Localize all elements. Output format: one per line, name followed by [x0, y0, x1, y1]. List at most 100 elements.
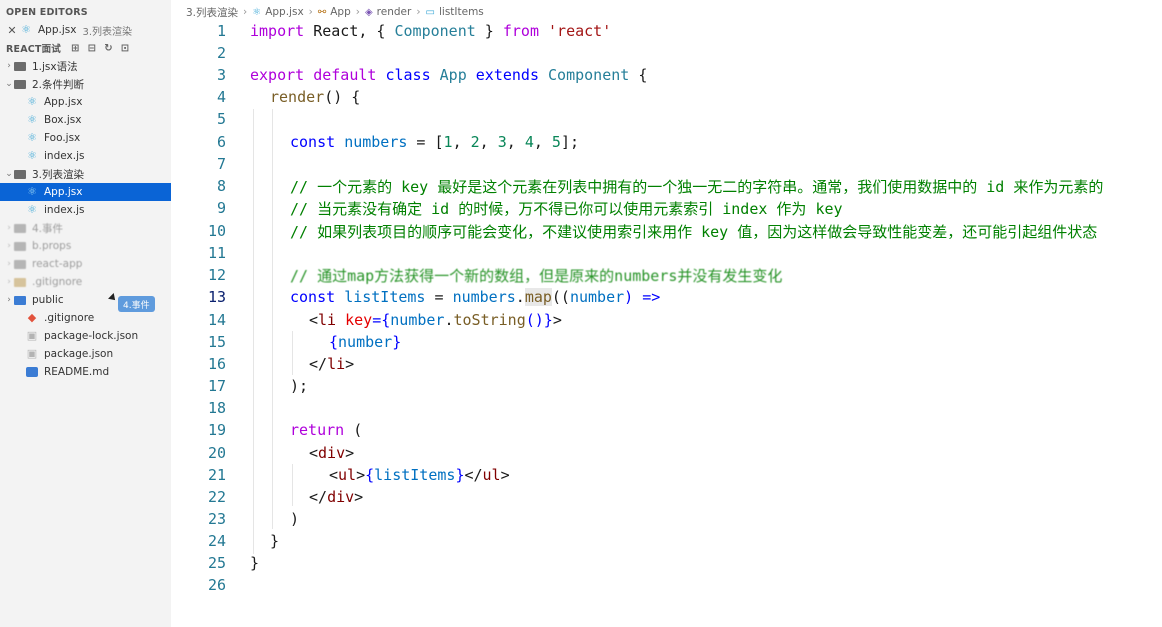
chevron-right-icon: › [7, 295, 11, 305]
line-number: 24 [207, 532, 226, 550]
code-line[interactable]: 5 [171, 108, 1162, 130]
code-line[interactable]: 8 // 一个元素的 key 最好是这个元素在列表中拥有的一个独一无二的字符串。… [171, 175, 1162, 197]
code-line-active[interactable]: 13 const listItems = numbers.map((number… [171, 286, 1162, 308]
tree-folder-list[interactable]: ⌄ 3.列表渲染 [0, 165, 171, 183]
line-number: 22 [207, 488, 226, 506]
tree-folder[interactable]: › .gitignore [0, 273, 171, 291]
code-token: React, { [304, 22, 395, 40]
refresh-icon[interactable]: ↻ [104, 43, 113, 54]
tree-folder[interactable]: › react-app [0, 255, 171, 273]
code-line[interactable]: 10 // 如果列表项目的顺序可能会变化，不建议使用索引来用作 key 值，因为… [171, 220, 1162, 242]
react-file-icon: ⚛ [21, 23, 31, 36]
code-line[interactable]: 17 ); [171, 375, 1162, 397]
code-text: ) [290, 510, 300, 528]
open-editors-header[interactable]: OPEN EDITORS [6, 3, 171, 21]
line-number: 6 [216, 133, 226, 151]
tree-folder-condition[interactable]: ⌄ 2.条件判断 [0, 75, 171, 93]
line-number: 20 [207, 444, 226, 462]
code-text: export default class App extends Compone… [250, 66, 647, 84]
tree-label: 3.列表渲染 [32, 168, 85, 181]
code-line[interactable]: 7 [171, 153, 1162, 175]
folder-icon [14, 277, 26, 287]
code-token: ]; [560, 133, 579, 151]
tree-file[interactable]: ⚛ Foo.jsx [0, 129, 171, 147]
code-line[interactable]: 22 </div> [171, 486, 1162, 508]
line-number: 10 [207, 222, 226, 240]
code-line[interactable]: 23 ) [171, 508, 1162, 530]
line-number: 2 [216, 44, 226, 62]
breadcrumb-method[interactable]: render [377, 6, 412, 18]
code-line[interactable]: 24 } [171, 530, 1162, 552]
code-line[interactable]: 15 {number} [171, 331, 1162, 353]
open-editors-title: OPEN EDITORS [6, 6, 88, 18]
code-line[interactable]: 3 export default class App extends Compo… [171, 64, 1162, 86]
breadcrumb-symbol[interactable]: listItems [439, 6, 484, 18]
tree-folder[interactable]: › 4.事件 [0, 219, 171, 237]
code-line[interactable]: 19 return ( [171, 419, 1162, 441]
code-token: { [329, 333, 339, 351]
keyword: class [385, 66, 431, 84]
code-line[interactable]: 20 <div> [171, 442, 1162, 464]
code-line[interactable]: 12 // 通过map方法获得一个新的数组，但是原来的numbers并没有发生变… [171, 264, 1162, 286]
tree-label: .gitignore [32, 276, 83, 288]
code-line[interactable]: 21 <ul>{listItems}</ul> [171, 464, 1162, 486]
tree-file[interactable]: README.md [0, 363, 171, 381]
tree-file-selected[interactable]: ⚛ App.jsx [0, 183, 171, 201]
code-line[interactable]: 11 [171, 242, 1162, 264]
tree-label: Box.jsx [44, 114, 82, 126]
open-editor-item[interactable]: ✕ ⚛ App.jsx 3.列表渲染 [0, 21, 171, 39]
drag-tooltip: 4.事件 [118, 296, 155, 312]
folder-icon [14, 259, 26, 269]
tag-token: ul [482, 466, 501, 484]
code-line[interactable]: 6 const numbers = [1, 2, 3, 4, 5]; [171, 131, 1162, 153]
keyword: const [290, 133, 336, 151]
tree-file[interactable]: ⚛ App.jsx [0, 93, 171, 111]
code-token: > [345, 444, 355, 462]
open-editor-filename: App.jsx [38, 24, 77, 36]
code-text: render() { [270, 88, 360, 106]
code-line[interactable]: 1 import React, { Component } from 'reac… [171, 20, 1162, 42]
code-text: {number} [329, 333, 401, 351]
code-token: ( [344, 421, 363, 439]
breadcrumb-file[interactable]: App.jsx [265, 6, 303, 18]
tree-folder[interactable]: › b.props [0, 237, 171, 255]
code-line[interactable]: 4 render() { [171, 86, 1162, 108]
react-file-icon: ⚛ [27, 95, 37, 108]
code-line[interactable]: 18 [171, 397, 1162, 419]
breadcrumb-class[interactable]: App [330, 6, 351, 18]
tree-file[interactable]: ⚛ index.js [0, 201, 171, 219]
code-editor[interactable]: 3.列表渲染 › ⚛ App.jsx › ⚯ App › ◈ render › … [171, 0, 1162, 627]
number-token: 4 [524, 133, 534, 151]
tree-file[interactable]: ⚛ index.js [0, 147, 171, 165]
number-token: 1 [443, 133, 453, 151]
tree-label: 4.事件 [32, 222, 64, 235]
code-line[interactable]: 16 </li> [171, 353, 1162, 375]
project-header[interactable]: REACT面试 ⊞ ⊟ ↻ ⊡ [0, 39, 171, 57]
tag-token: ul [338, 466, 357, 484]
new-file-icon[interactable]: ⊞ [71, 43, 80, 54]
tree-file[interactable]: ▣ package-lock.json [0, 327, 171, 345]
tree-folder-jsx[interactable]: › 1.jsx语法 [0, 57, 171, 75]
close-icon[interactable]: ✕ [6, 24, 18, 37]
line-number: 25 [207, 554, 226, 572]
chevron-right-icon: › [355, 6, 360, 18]
line-number: 15 [207, 333, 226, 351]
tree-file[interactable]: ⚛ Box.jsx [0, 111, 171, 129]
code-line[interactable]: 25 } [171, 552, 1162, 574]
line-number: 1 [216, 22, 226, 40]
new-folder-icon[interactable]: ⊟ [88, 43, 97, 54]
attr-token: key [345, 311, 373, 329]
line-number: 11 [207, 244, 226, 262]
collapse-icon[interactable]: ⊡ [121, 43, 130, 54]
json-icon: ▣ [26, 329, 38, 342]
breadcrumb-folder[interactable]: 3.列表渲染 [186, 5, 238, 20]
code-line[interactable]: 2 [171, 42, 1162, 64]
code-line[interactable]: 9 // 当元素没有确定 id 的时候，万不得已你可以使用元素索引 index … [171, 197, 1162, 219]
tree-label: public [32, 294, 64, 306]
code-line[interactable]: 14 <li key={number.toString()}> [171, 309, 1162, 331]
tree-file[interactable]: ▣ package.json [0, 345, 171, 363]
code-line[interactable]: 26 [171, 574, 1162, 596]
